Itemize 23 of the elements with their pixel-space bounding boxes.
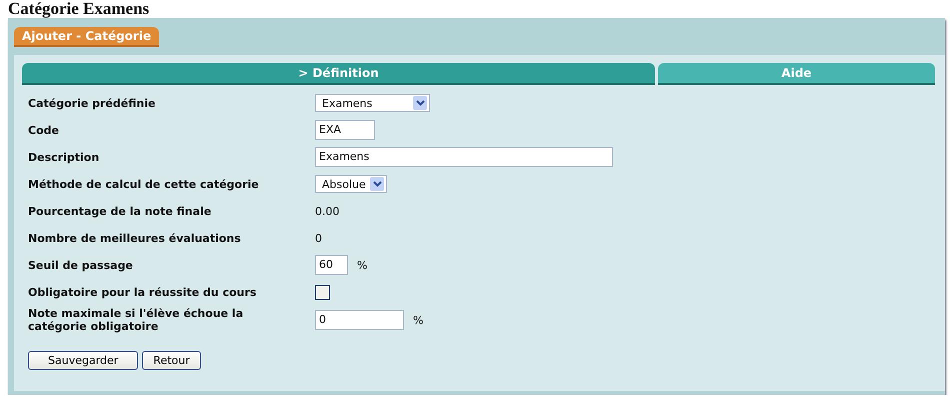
input-field[interactable]: 0 (315, 310, 404, 330)
button[interactable]: Sauvegarder (28, 351, 138, 370)
field-label: Description (28, 150, 100, 164)
input-field[interactable]: Examens (315, 147, 613, 167)
field-value: 0 (315, 232, 322, 244)
field-label: Seuil de passage (28, 258, 134, 272)
dropdown[interactable]: Examens (315, 94, 430, 112)
field-label: Méthode de calcul de cette catégorie (28, 178, 260, 190)
field-label: Obligatoire pour la réussite du cours (28, 286, 258, 298)
input-field[interactable]: 60 (315, 255, 348, 275)
field-label: Nombre de meilleures évaluations (28, 232, 242, 244)
input-field[interactable]: EXA (315, 120, 375, 140)
dropdown[interactable]: Absolue (315, 175, 387, 193)
field-label: Catégorie prédéfinie (28, 96, 156, 110)
field-label: Code (28, 124, 60, 136)
checkbox[interactable] (315, 284, 330, 300)
unit-label: % (413, 314, 424, 326)
field-label: Pourcentage de la note finale (28, 204, 212, 218)
field-value: 0.00 (315, 204, 340, 218)
unit-label: % (357, 258, 368, 272)
page-title: Catégorie Examens (8, 0, 150, 18)
button[interactable]: Retour (142, 351, 201, 370)
field-label: Note maximale si l'élève échoue la catégorie obligatoire (28, 307, 244, 333)
